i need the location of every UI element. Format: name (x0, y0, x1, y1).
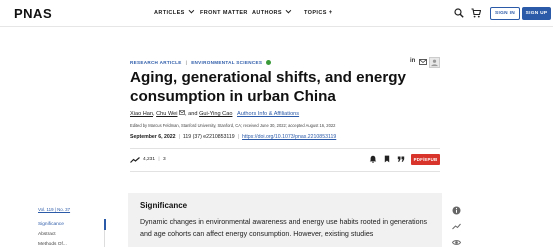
issue-link[interactable]: Vol. 119 | No. 37 (38, 207, 70, 212)
authors-info-link[interactable]: Authors Info & Affiliations (237, 111, 299, 117)
pdf-epub-button[interactable]: PDF/EPUB (411, 154, 440, 165)
alert-bell-icon[interactable] (369, 155, 377, 163)
toc-item-methods[interactable]: Methods Of... (38, 242, 67, 247)
info-icon[interactable] (452, 206, 461, 215)
nav-articles-label: ARTICLES (154, 10, 185, 16)
metrics-separator: | (158, 157, 160, 162)
toc-item-abstract[interactable]: Abstract (38, 232, 56, 237)
chevron-down-icon (188, 7, 194, 14)
pub-separator: | (178, 134, 180, 140)
linkedin-icon[interactable]: in (410, 58, 415, 64)
doi-link[interactable]: https://doi.org/10.1073/pnas.2210853119 (242, 134, 336, 140)
metrics[interactable]: 4,231 | 3 (143, 157, 166, 162)
sign-up-button[interactable]: SIGN UP (522, 7, 551, 20)
divider (130, 171, 440, 172)
author-list: Xiao Han, Chu Wei , and Gui-Ying Cao Aut… (130, 110, 300, 117)
author-join: , and (185, 111, 198, 117)
publication-info: September 6, 2022 | 119 (37) e2210853119 | h… (130, 134, 336, 140)
nav-authors[interactable]: AUTHORS (252, 7, 292, 16)
email-icon[interactable] (419, 59, 427, 65)
view-count: 4,231 (143, 157, 156, 162)
nav-articles[interactable]: ARTICLES (154, 7, 194, 16)
significance-text: Dynamic changes in environmental awarene… (140, 218, 428, 238)
nav-topics[interactable]: TOPICS + (304, 10, 333, 16)
article-type[interactable]: RESEARCH ARTICLE (130, 60, 182, 65)
chevron-down-icon (285, 7, 292, 14)
toc-item-significance[interactable]: Significance (38, 222, 64, 227)
pnas-logo[interactable]: PNAS (14, 6, 52, 21)
significance-heading: Significance (140, 201, 188, 210)
user-avatar-icon[interactable] (429, 57, 440, 68)
article-tags: RESEARCH ARTICLE | ENVIRONMENTAL SCIENCES (130, 60, 272, 65)
trend-icon[interactable] (452, 222, 461, 231)
citation: 119 (37) e2210853119 (182, 134, 235, 140)
trend-icon[interactable] (130, 157, 140, 163)
tag-separator: | (185, 60, 188, 65)
author-link[interactable]: Gui-Ying Cao (199, 111, 232, 117)
article-title: Aging, generational shifts, and energy c… (130, 69, 406, 105)
toc-rail-active (104, 219, 106, 230)
check-circle-icon (266, 60, 272, 65)
top-navigation: PNAS ARTICLES FRONT MATTER AUTHORS TOPIC… (0, 0, 553, 27)
nav-front-matter[interactable]: FRONT MATTER (200, 10, 248, 16)
cart-icon[interactable] (471, 8, 481, 18)
pub-separator: | (237, 134, 240, 140)
nav-authors-label: AUTHORS (252, 10, 282, 16)
article-category[interactable]: ENVIRONMENTAL SCIENCES (191, 60, 262, 65)
author-link[interactable]: Xiao Han (130, 111, 153, 117)
sign-in-button[interactable]: SIGN IN (490, 7, 520, 20)
plus-icon: + (328, 10, 333, 16)
eye-icon[interactable] (452, 238, 461, 247)
publication-date: September 6, 2022 (130, 134, 176, 140)
nav-front-matter-label: FRONT MATTER (200, 10, 248, 16)
quote-icon[interactable] (397, 155, 405, 163)
author-link[interactable]: Chu Wei (156, 111, 177, 117)
edited-by: Edited by Marcus Feldman, Stanford Unive… (130, 123, 336, 128)
nav-topics-label: TOPICS (304, 10, 327, 16)
divider (130, 148, 440, 149)
bookmark-icon[interactable] (383, 155, 391, 163)
citation-count: 3 (162, 157, 166, 162)
search-icon[interactable] (454, 8, 464, 18)
